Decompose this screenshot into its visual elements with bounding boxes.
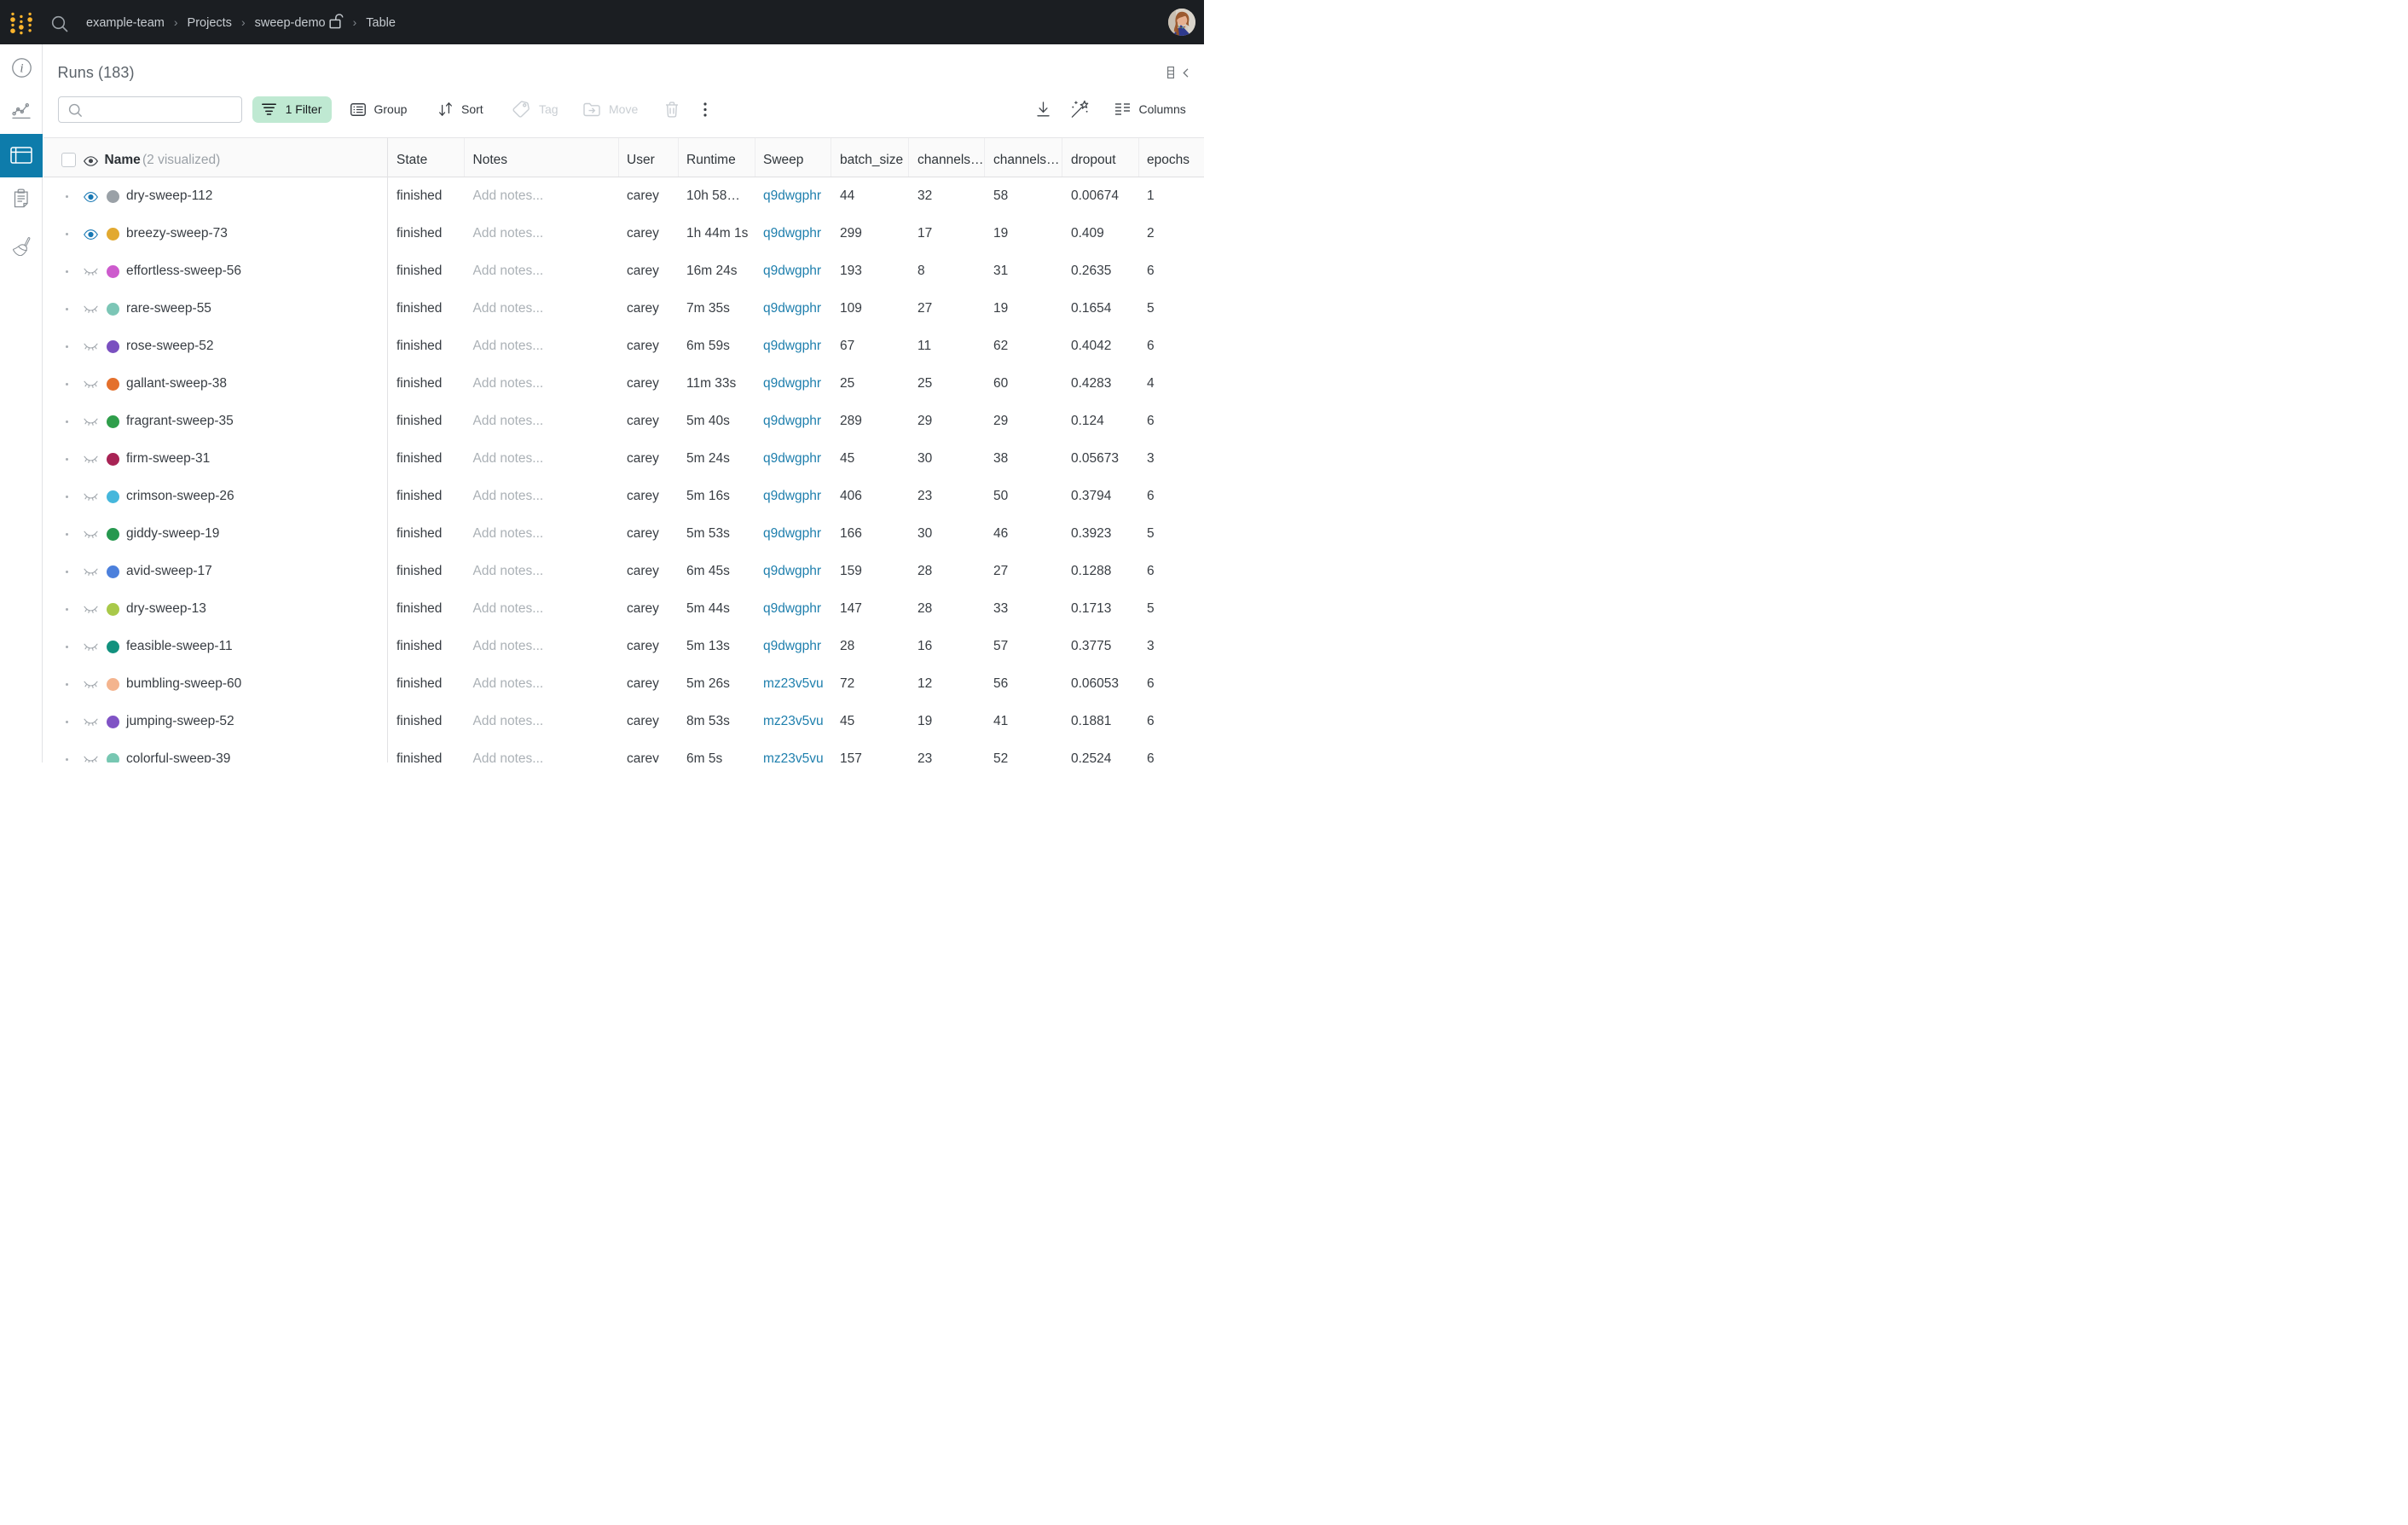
svg-text:i: i [20,61,23,75]
